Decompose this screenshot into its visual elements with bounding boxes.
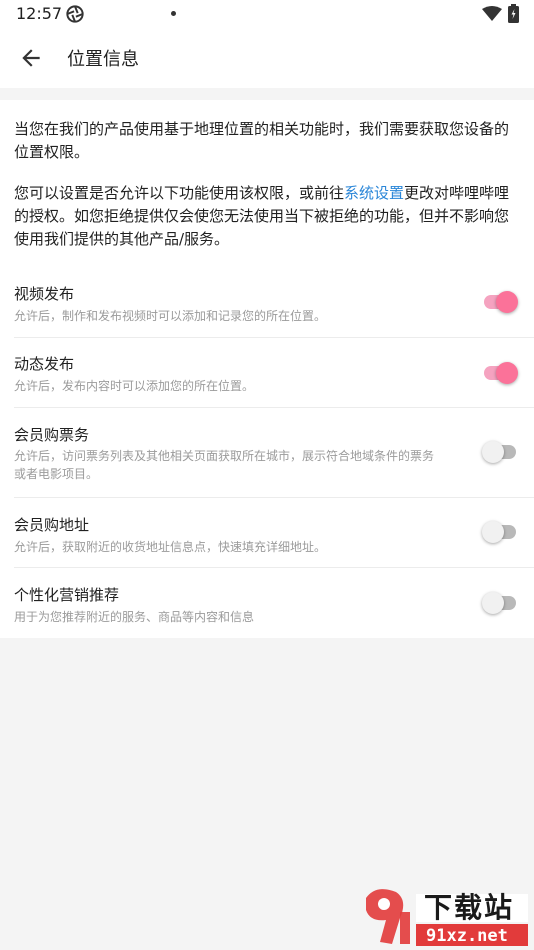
wifi-icon — [482, 6, 502, 21]
intro-paragraph-2: 您可以设置是否允许以下功能使用该权限，或前往系统设置更改对哔哩哔哩的授权。如您拒… — [14, 182, 520, 251]
toggle-thumb — [482, 521, 504, 543]
setting-description: 允许后，制作和发布视频时可以添加和记录您的所在位置。 — [14, 309, 327, 323]
setting-row-ticketing: 会员购票务 允许后，访问票务列表及其他相关页面获取所在城市，展示符合地域条件的票… — [0, 407, 534, 497]
toggle-thumb — [496, 362, 518, 384]
setting-label: 动态发布 — [14, 355, 75, 373]
setting-description: 允许后，访问票务列表及其他相关页面获取所在城市，展示符合地域条件的票务或者电影项… — [14, 449, 435, 481]
row-divider — [14, 337, 534, 338]
setting-label: 个性化营销推荐 — [14, 586, 120, 604]
arrow-left-icon[interactable] — [18, 45, 44, 71]
page-title: 位置信息 — [67, 49, 139, 70]
battery-icon — [508, 4, 519, 23]
setting-row-shop-address: 会员购地址 允许后，获取附近的收货地址信息点，快速填充详细地址。 — [0, 497, 534, 567]
toggle-thumb — [496, 291, 518, 313]
setting-row-video-publish: 视频发布 允许后，制作和发布视频时可以添加和记录您的所在位置。 — [0, 268, 534, 338]
setting-label: 会员购票务 — [14, 426, 90, 444]
row-divider — [14, 407, 534, 408]
setting-label: 视频发布 — [14, 285, 75, 303]
row-divider — [14, 567, 534, 568]
notification-dot — [171, 11, 176, 16]
intro-text-before-link: 您可以设置是否允许以下功能使用该权限，或前往 — [14, 184, 345, 202]
status-bar: 12:57 — [0, 0, 534, 28]
setting-description: 允许后，获取附近的收货地址信息点，快速填充详细地址。 — [14, 540, 327, 554]
dynamic-publish-toggle[interactable] — [482, 361, 518, 385]
setting-description: 允许后，发布内容时可以添加您的所在位置。 — [14, 379, 255, 393]
toggle-thumb — [482, 592, 504, 614]
aperture-icon — [66, 5, 84, 23]
watermark-domain: 91xz.net — [426, 926, 508, 946]
ticketing-toggle[interactable] — [482, 440, 518, 464]
toggle-thumb — [482, 441, 504, 463]
setting-row-dynamic-publish: 动态发布 允许后，发布内容时可以添加您的所在位置。 — [0, 337, 534, 407]
watermark-brand: 下载站 — [424, 891, 515, 924]
setting-row-personalized-marketing: 个性化营销推荐 用于为您推荐附近的服务、商品等内容和信息 — [0, 567, 534, 638]
setting-label: 会员购地址 — [14, 516, 90, 534]
video-publish-toggle[interactable] — [482, 290, 518, 314]
app-bar: 位置信息 — [0, 28, 534, 88]
row-divider — [14, 497, 534, 498]
status-time: 12:57 — [16, 4, 63, 23]
intro-paragraph-1: 当您在我们的产品使用基于地理位置的相关功能时，我们需要获取您设备的位置权限。 — [14, 120, 510, 161]
personalized-marketing-toggle[interactable] — [482, 591, 518, 615]
system-settings-link[interactable]: 系统设置 — [344, 184, 404, 202]
permissions-card: 当您在我们的产品使用基于地理位置的相关功能时，我们需要获取您设备的位置权限。 您… — [0, 100, 534, 638]
setting-description: 用于为您推荐附近的服务、商品等内容和信息 — [14, 610, 255, 624]
shop-address-toggle[interactable] — [482, 520, 518, 544]
